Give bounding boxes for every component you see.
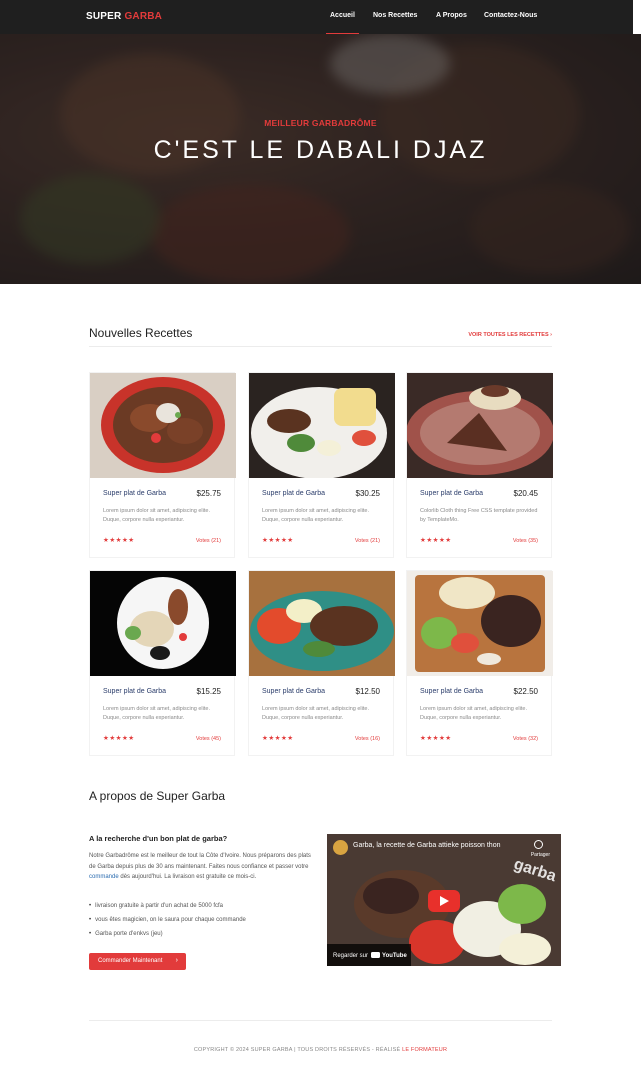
copyright: COPYRIGHT © 2024 SUPER GARBA | TOUS DROI… <box>0 1047 641 1053</box>
navbar-edge <box>633 0 641 34</box>
about-heading: A propos de Super Garba <box>89 789 226 803</box>
recipe-name[interactable]: Super plat de Garba <box>262 490 325 497</box>
recipe-image[interactable] <box>407 373 553 478</box>
hero-title: C'EST LE DABALI DJAZ <box>153 136 488 164</box>
brand-second: GARBA <box>124 11 163 22</box>
rating-stars: ★★★★★ <box>103 735 135 742</box>
recipe-name[interactable]: Super plat de Garba <box>262 688 325 695</box>
youtube-logo: YouTube <box>371 953 407 959</box>
nav-item-contactez-nous[interactable]: Contactez-Nous <box>484 12 537 19</box>
recipe-votes: Votes (45) <box>195 736 221 742</box>
nav-item-accueil[interactable]: Accueil <box>326 12 359 34</box>
recipe-price: $12.50 <box>355 687 380 696</box>
author-link[interactable]: LE FORMATEUR <box>402 1047 447 1053</box>
navbar: SUPER GARBA Accueil Nos Recettes A Propo… <box>0 0 641 34</box>
watch-on-youtube-button[interactable]: Regarder sur YouTube <box>327 944 411 966</box>
about-paragraph-text: dès aujourd'hui. La livraison est gratui… <box>118 874 257 880</box>
recipe-votes: Votes (21) <box>195 538 221 544</box>
recipe-description: Lorem ipsum dolor sit amet, adipiscing e… <box>103 508 210 523</box>
rating-stars: ★★★★★ <box>103 537 135 544</box>
recipe-votes: Votes (21) <box>354 538 380 544</box>
recipe-description: Lorem ipsum dolor sit amet, adipiscing e… <box>420 706 527 721</box>
rating-stars: ★★★★★ <box>262 735 294 742</box>
recipe-price: $25.75 <box>196 489 221 498</box>
recipe-description: Lorem ipsum dolor sit amet, adipiscing e… <box>103 706 210 721</box>
recipe-votes: Votes (32) <box>512 736 538 742</box>
recipe-image[interactable] <box>249 373 395 478</box>
recipe-description: Lorem ipsum dolor sit amet, adipiscing e… <box>262 706 369 721</box>
recipe-price: $20.45 <box>513 489 538 498</box>
recipe-card[interactable]: Super plat de Garba $25.75 Lorem ipsum d… <box>89 372 236 558</box>
recipe-name[interactable]: Super plat de Garba <box>103 688 166 695</box>
about-paragraph-text: Notre Garbadrôme est le meilleur de tout… <box>89 853 311 870</box>
recipe-price: $22.50 <box>513 687 538 696</box>
copyright-text: COPYRIGHT © 2024 SUPER GARBA | TOUS DROI… <box>193 1047 401 1053</box>
rating-stars: ★★★★★ <box>262 537 294 544</box>
recipe-image[interactable] <box>407 571 553 676</box>
recipe-description: Lorem ipsum dolor sit amet, adipiscing e… <box>262 508 369 523</box>
channel-avatar[interactable] <box>333 840 348 855</box>
nav-item-nos-recettes[interactable]: Nos Recettes <box>373 12 417 19</box>
recipe-image[interactable] <box>90 571 236 676</box>
recipe-name[interactable]: Super plat de Garba <box>420 688 483 695</box>
order-now-label: Commander Maintenant <box>98 958 163 964</box>
recipe-votes: Votes (16) <box>354 736 380 742</box>
rating-stars: ★★★★★ <box>420 537 452 544</box>
play-icon[interactable] <box>428 890 460 912</box>
youtube-video-embed[interactable]: Garba, la recette de Garba attieke poiss… <box>327 834 561 966</box>
recipe-price: $30.25 <box>355 489 380 498</box>
recipe-card[interactable]: Super plat de Garba $15.25 Lorem ipsum d… <box>89 570 236 756</box>
recipe-card[interactable]: Super plat de Garba $30.25 Lorem ipsum d… <box>248 372 395 558</box>
about-bullet: livraison gratuite à partir d'un achat d… <box>89 903 223 909</box>
order-link[interactable]: commande <box>89 874 119 880</box>
see-all-recipes-link[interactable]: VOIR TOUTES LES RECETTES › <box>468 332 552 338</box>
section-divider <box>89 346 552 347</box>
video-title[interactable]: Garba, la recette de Garba attieke poiss… <box>353 842 500 849</box>
hero-banner: MEILLEUR GARBADRÔME C'EST LE DABALI DJAZ <box>0 34 641 284</box>
footer-divider <box>89 1020 552 1021</box>
chevron-right-icon: › <box>175 957 178 964</box>
watch-label: Regarder sur <box>333 953 369 959</box>
recipe-image[interactable] <box>90 373 236 478</box>
recipe-name[interactable]: Super plat de Garba <box>103 490 166 497</box>
about-paragraph: Notre Garbadrôme est le meilleur de tout… <box>89 851 311 883</box>
recipe-name[interactable]: Super plat de Garba <box>420 490 483 497</box>
recipe-description: Colorlib Cloth thing Free CSS template p… <box>420 508 538 523</box>
watch-later-icon[interactable] <box>534 840 543 849</box>
recipe-card[interactable]: Super plat de Garba $12.50 Lorem ipsum d… <box>248 570 395 756</box>
recipe-card[interactable]: Super plat de Garba $20.45 Colorlib Clot… <box>406 372 553 558</box>
brand-logo[interactable]: SUPER GARBA <box>86 11 162 22</box>
about-subheading: A la recherche d'un bon plat de garba? <box>89 834 228 843</box>
recipe-image[interactable] <box>249 571 395 676</box>
recipe-card[interactable]: Super plat de Garba $22.50 Lorem ipsum d… <box>406 570 553 756</box>
brand-first: SUPER <box>86 11 122 22</box>
rating-stars: ★★★★★ <box>420 735 452 742</box>
recipe-votes: Votes (35) <box>512 538 538 544</box>
about-bullet: Garba porte d'enkvs (jeu) <box>89 931 163 937</box>
about-bullet: vous êtes magicien, on le saura pour cha… <box>89 917 246 923</box>
recipes-heading: Nouvelles Recettes <box>89 326 193 340</box>
order-now-button[interactable]: Commander Maintenant › <box>89 953 186 970</box>
hero-kicker: MEILLEUR GARBADRÔME <box>264 118 377 128</box>
recipe-price: $15.25 <box>196 687 221 696</box>
nav-item-a-propos[interactable]: A Propos <box>436 12 467 19</box>
share-label[interactable]: Partager <box>531 852 550 858</box>
